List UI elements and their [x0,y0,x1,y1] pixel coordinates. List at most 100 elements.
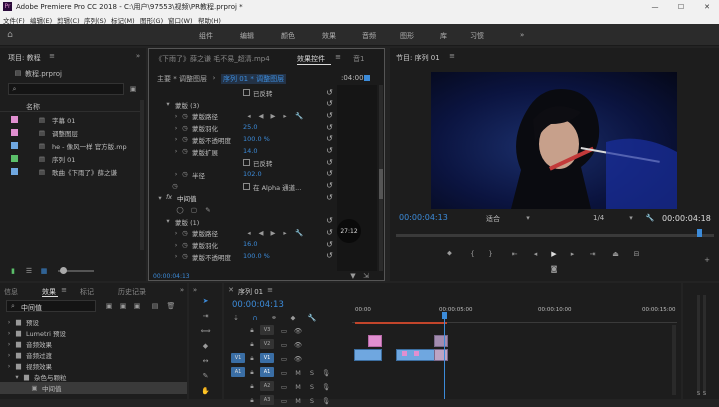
stopwatch-icon[interactable]: ◷ [181,111,189,120]
stopwatch-icon[interactable]: ◷ [181,123,189,132]
workspace-more-button[interactable]: » [520,31,524,39]
chevron-right-icon[interactable]: › [173,240,179,249]
lock-icon[interactable]: ▮ [9,267,17,275]
stopwatch-icon[interactable]: ◷ [181,147,189,156]
panel-menu-icon[interactable]: ≡ [60,286,68,294]
track-header[interactable]: 🔒︎ A3 ▭ M S 🎙︎ [224,394,352,407]
insert-sequence-icon[interactable]: ⇣ [232,314,240,322]
pen-tool-icon[interactable]: ✎ [200,370,211,381]
workspace-tab-audio[interactable]: 音频 [362,31,376,41]
reset-icon[interactable]: ↺ [325,110,334,120]
effects-search-text[interactable]: 中间值 [21,303,42,313]
workspace-tab-editing[interactable]: 编辑 [240,31,254,41]
add-marker-icon[interactable]: ⬥ [445,249,454,258]
rectangle-mask-icon[interactable]: ▢ [189,205,199,214]
workspace-tab-libraries[interactable]: 库 [440,31,447,41]
workspace-tab-graphics[interactable]: 图形 [400,31,414,41]
effect-row[interactable]: ▾ fx 中间值 ↺ [149,192,349,204]
property-value[interactable]: 100.0 % [243,252,270,260]
pen-mask-icon[interactable]: ✎ [203,205,213,214]
track-header[interactable]: 🔒︎ V3 ▭ 👁︎ [224,324,352,337]
stopwatch-icon[interactable]: ◷ [181,252,189,261]
effect-row[interactable]: ◷ 在 Alpha 通道... ↺ [149,181,349,193]
wrench-icon[interactable]: 🔧 [295,228,303,237]
solo-button-icon[interactable]: S [696,391,701,397]
export-icon[interactable]: ⇲ [362,272,370,280]
chevron-right-icon[interactable]: › [173,135,179,144]
effect-row[interactable]: › ◷ 蒙版路径 ◂ ◀ ▶ ▸ 🔧 ↺ [149,227,349,239]
effect-row[interactable]: › ◷ 蒙版羽化 16.0 ↺ [149,239,349,251]
effect-row[interactable]: › ◷ 蒙版路径 ◂ ◀ ▶ ▸ 🔧 ↺ [149,110,349,122]
program-video-frame[interactable] [431,72,677,209]
quality-dropdown[interactable]: 1/4 [593,214,604,222]
reset-icon[interactable]: ↺ [325,216,334,226]
effect-row[interactable]: ▾ 蒙版 (3) ↺ [149,99,349,111]
project-scrollbar[interactable] [140,100,144,250]
program-time-ruler[interactable] [396,234,714,237]
filter-icon[interactable]: ▼ [349,272,357,280]
property-value[interactable]: 14.0 [243,147,257,155]
track-name[interactable]: V2 [260,339,274,349]
microphone-icon[interactable]: 🎙︎ [322,382,330,391]
panel-menu-icon[interactable]: ≡ [448,52,456,60]
program-playhead[interactable] [697,229,702,237]
project-search-input[interactable] [8,83,124,95]
track-header[interactable]: 🔒︎ A2 ▭ M S 🎙︎ [224,380,352,393]
mute-button[interactable]: M [294,368,302,377]
effect-row[interactable]: ▾ 蒙版 (1) ↺ [149,216,349,228]
solo-button[interactable]: S [308,382,316,391]
effect-row[interactable]: › ◷ 蒙版羽化 25.0 ↺ [149,122,349,134]
chevron-right-icon[interactable]: › [173,123,179,132]
effect-row[interactable]: › ◷ 蒙版不透明度 100.0 % ↺ [149,251,349,263]
chevron-down-icon[interactable]: ▾ [628,214,634,222]
track-name[interactable]: V1 [260,353,274,363]
reset-icon[interactable]: ↺ [325,169,334,179]
master-clip-label[interactable]: 主要 * 调整图层 [157,74,207,84]
chevron-down-icon[interactable]: ▾ [165,100,171,109]
step-back-icon[interactable]: ◂ [531,249,540,258]
track-header[interactable]: V1 🔒︎ V1 ▭ 👁︎ [224,352,352,365]
eye-icon[interactable]: 👁︎ [294,326,302,335]
wrench-icon[interactable]: 🔧 [646,213,655,222]
panel-menu-icon[interactable]: ≡ [266,286,274,294]
reset-icon[interactable]: ↺ [325,146,334,156]
workspace-tab-custom[interactable]: 习惯 [470,31,484,41]
new-bin-icon[interactable]: ▤ [150,301,160,311]
step-forward-icon[interactable]: ▸ [281,228,289,237]
reset-icon[interactable]: ↺ [325,99,334,109]
go-to-in-icon[interactable]: ⇤ [510,249,519,258]
lift-icon[interactable]: ⏏ [611,249,620,258]
clip-adjustment-layer[interactable] [368,335,382,347]
effect-row[interactable]: 已反转 ↺ [149,87,349,99]
home-icon[interactable]: ⌂ [5,30,15,40]
workspace-tab-effects[interactable]: 效果 [322,31,336,41]
eye-icon[interactable]: 👁︎ [294,340,302,349]
track-name[interactable]: V3 [260,325,274,335]
project-panel-title[interactable]: 项目: 教程 [8,53,41,63]
eye-icon[interactable]: 👁︎ [294,354,302,363]
chevron-down-icon[interactable]: ▾ [165,217,171,226]
list-view-icon[interactable]: ☰ [25,267,33,275]
zoom-slider-handle[interactable] [60,267,67,274]
sync-lock-icon[interactable]: ▭ [280,354,288,363]
track-select-tool-icon[interactable]: ⇥ [200,310,211,321]
mark-in-icon[interactable]: { [468,249,477,258]
extract-icon[interactable]: ⊟ [632,249,641,258]
source-patch[interactable]: A1 [231,367,245,377]
lock-icon[interactable]: 🔒︎ [248,326,256,335]
play-icon[interactable]: ▶ [549,249,559,259]
chevron-down-icon[interactable]: ▾ [157,193,163,202]
close-button[interactable]: ✕ [700,1,714,12]
stopwatch-icon[interactable]: ◷ [181,135,189,144]
tab-audio-mixer[interactable]: 音1 [353,54,364,64]
icon-view-icon[interactable]: ▦ [40,267,48,275]
effects-tree-item[interactable]: ▣ 中间值 [0,382,187,394]
workspace-tab-color[interactable]: 颜色 [281,31,295,41]
panel-menu-icon[interactable]: ≡ [334,53,342,61]
yuv-effects-icon[interactable]: ▣ [132,301,142,311]
clip-v2-right[interactable] [434,335,448,347]
source-patch[interactable]: V1 [231,353,245,363]
reset-icon[interactable]: ↺ [325,181,334,191]
hand-tool-icon[interactable]: ✋ [200,385,211,396]
add-marker-icon[interactable]: ⬥ [289,314,297,322]
